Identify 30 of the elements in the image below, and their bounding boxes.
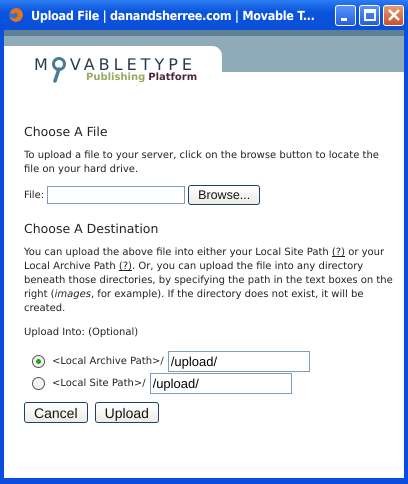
- close-icon: [388, 9, 400, 21]
- minimize-icon: [340, 18, 346, 20]
- logo-text: M: [34, 58, 52, 72]
- logo-tagline: Platform: [148, 72, 198, 83]
- browser-icon: [8, 7, 24, 23]
- browse-button[interactable]: Browse...: [188, 185, 260, 205]
- upload-into-label: Upload Into: (Optional): [24, 326, 140, 340]
- section-heading: Choose A Destination: [24, 221, 160, 236]
- file-field[interactable]: [47, 186, 186, 204]
- help-link[interactable]: (?): [332, 247, 346, 258]
- instructions-text: You can upload the above file into either your Local Site Path (?) or your Local Archive Path (?). Or, you can upload the file into any directory beneath those directories, by specifying the path in the text boxes on the right (images, for example). If the directory does not exist, it will be created.: [24, 246, 394, 316]
- radio-button[interactable]: [32, 354, 45, 368]
- maximize-icon: [364, 9, 376, 21]
- radio-button[interactable]: [32, 376, 45, 390]
- minimize-button[interactable]: [335, 4, 356, 26]
- logo-text: VABLETYPE: [70, 58, 196, 72]
- close-button[interactable]: [383, 4, 404, 26]
- path-field[interactable]: /upload/: [168, 350, 310, 372]
- logo-tagline: Publishing: [86, 72, 146, 83]
- path-field[interactable]: /upload/: [150, 372, 292, 394]
- window-title: Upload File | danandsherree.com | Movable T...: [31, 8, 316, 22]
- option-label: <Local Archive Path>/: [52, 356, 164, 366]
- maximize-button[interactable]: [359, 4, 380, 26]
- field-label: File:: [24, 190, 44, 200]
- cancel-button[interactable]: Cancel: [24, 402, 88, 423]
- help-link[interactable]: (?): [118, 261, 132, 272]
- option-label: <Local Site Path>/: [52, 378, 146, 388]
- instructions-text: To upload a file to your server, click on the browse button to locate the file on your hard drive.: [24, 149, 380, 177]
- upload-button[interactable]: Upload: [94, 402, 159, 423]
- section-heading: Choose A File: [24, 124, 109, 139]
